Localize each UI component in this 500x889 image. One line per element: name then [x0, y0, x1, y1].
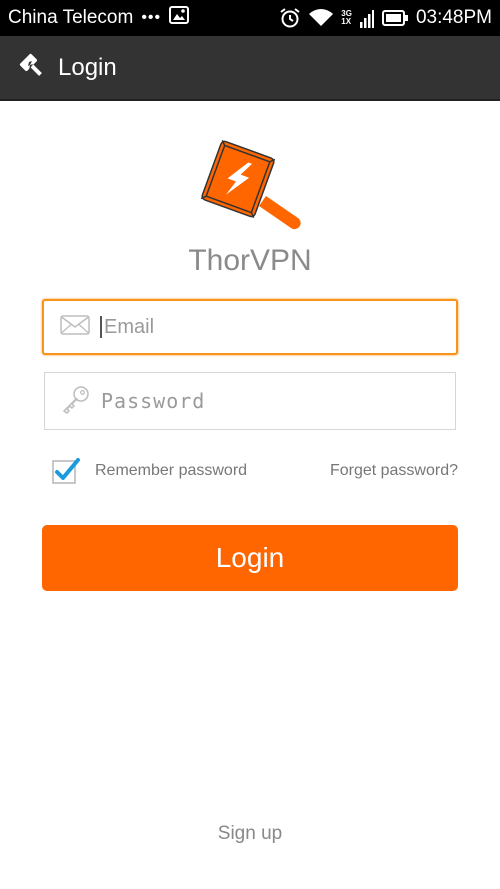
login-button[interactable]: Login — [42, 525, 458, 591]
hammer-logo-icon — [200, 139, 301, 230]
carrier-name: China Telecom — [8, 7, 134, 28]
password-input[interactable] — [101, 389, 421, 413]
image-notification-icon — [169, 6, 190, 30]
forget-password-link[interactable]: Forget password? — [330, 462, 458, 480]
envelope-icon — [60, 315, 90, 339]
status-left: China Telecom ••• — [8, 6, 190, 30]
network-type-label: 3G 1X — [341, 10, 352, 26]
clock-time: 03:48PM — [415, 7, 492, 28]
text-cursor — [100, 316, 102, 338]
signal-icon — [359, 8, 374, 28]
network-type-bottom: 1X — [341, 17, 352, 26]
checkmark-icon — [52, 458, 80, 484]
key-icon — [61, 384, 91, 418]
email-field[interactable] — [42, 299, 458, 355]
password-field[interactable] — [44, 372, 456, 430]
alarm-icon — [279, 7, 301, 29]
status-right: 3G 1X 03:48PM — [279, 7, 492, 29]
status-bar: China Telecom ••• 3G 1X 03:48PM — [0, 0, 500, 36]
signup-link[interactable]: Sign up — [0, 823, 500, 845]
remember-password-label[interactable]: Remember password — [95, 462, 247, 480]
app-logo — [196, 134, 308, 236]
hammer-icon[interactable] — [18, 52, 46, 84]
battery-icon — [381, 10, 408, 26]
wifi-icon — [309, 8, 334, 28]
remember-password-checkbox[interactable] — [52, 458, 80, 484]
email-input[interactable] — [104, 315, 424, 339]
notification-dots: ••• — [141, 9, 162, 26]
page-title: Login — [58, 53, 117, 81]
action-bar: Login — [0, 36, 500, 101]
app-name: ThorVPN — [188, 244, 312, 277]
